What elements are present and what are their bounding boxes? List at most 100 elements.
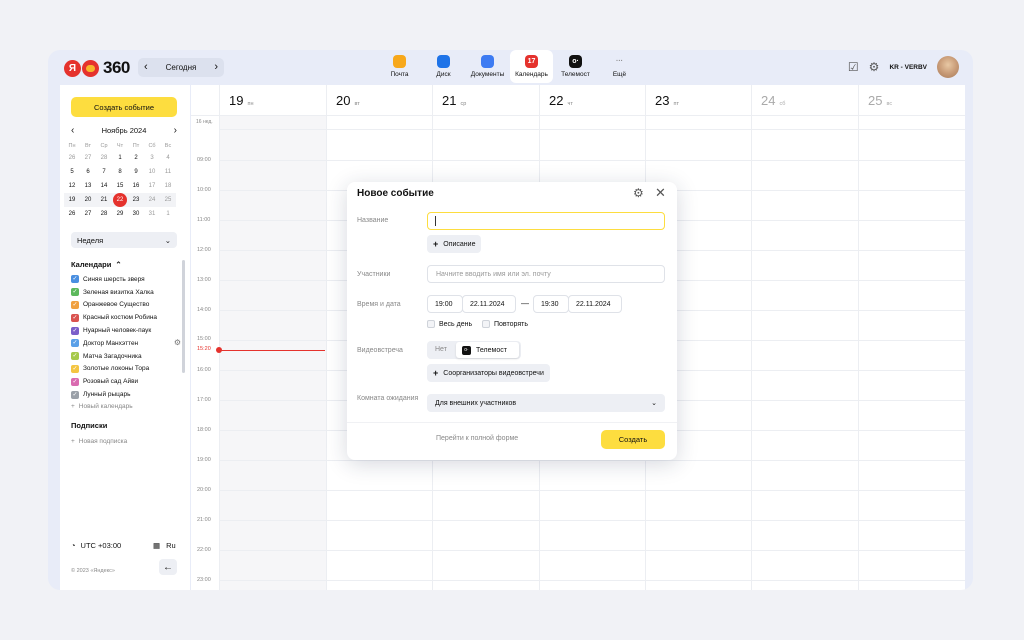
new-subscription-link[interactable]: + Новая подписка (71, 435, 127, 447)
repeat-checkbox[interactable]: Повторять (482, 320, 528, 328)
mini-calendar-day[interactable]: 27 (80, 151, 96, 165)
today-button[interactable]: Сегодня (166, 63, 197, 72)
mini-calendar-day[interactable]: 14 (96, 179, 112, 193)
calendar-checkbox[interactable]: ✓ (71, 275, 79, 284)
mini-calendar-day[interactable]: 5 (64, 165, 80, 179)
calendars-heading[interactable]: Календари ⌃ (71, 260, 122, 269)
mini-calendar-day[interactable]: 15 (112, 179, 128, 193)
service-documents[interactable]: Документы (466, 50, 509, 83)
mini-calendar-day[interactable]: 23 (128, 193, 144, 207)
service-more[interactable]: ··· Ещё (598, 50, 641, 83)
create-event-button[interactable]: Создать событие (71, 97, 177, 117)
mini-calendar-day[interactable]: 9 (128, 165, 144, 179)
video-off-option[interactable]: Нет (435, 346, 447, 353)
new-calendar-link[interactable]: + Новый календарь (71, 401, 181, 413)
event-name-input[interactable] (427, 212, 665, 230)
tasks-icon[interactable]: ☑ (848, 60, 859, 74)
mini-calendar-day[interactable]: 12 (64, 179, 80, 193)
language-selector[interactable]: ▦ Ru (153, 541, 176, 550)
day-header[interactable]: 25 вс (858, 85, 965, 115)
mini-calendar-day[interactable]: 26 (64, 151, 80, 165)
mini-calendar-day[interactable]: 6 (80, 165, 96, 179)
end-date-input[interactable]: 22.11.2024 (568, 295, 622, 313)
calendar-checkbox[interactable]: ✓ (71, 326, 79, 335)
service-mail[interactable]: Почта (378, 50, 421, 83)
next-week-button[interactable]: › (214, 62, 218, 73)
mini-calendar-day[interactable]: 28 (96, 207, 112, 221)
collapse-sidebar-button[interactable]: ← (159, 559, 177, 575)
view-select[interactable]: Неделя ⌄ (71, 232, 177, 248)
calendar-item[interactable]: ✓ Синяя шерсть зверя (71, 273, 181, 286)
mini-calendar-day[interactable]: 18 (160, 179, 176, 193)
sidebar-scrollbar[interactable] (182, 260, 185, 373)
calendar-checkbox[interactable]: ✓ (71, 300, 79, 309)
mini-calendar-day[interactable]: 22 (112, 193, 128, 207)
full-form-link[interactable]: Перейти к полной форме (436, 435, 518, 442)
mini-calendar-day[interactable]: 8 (112, 165, 128, 179)
service-calendar[interactable]: 17 Календарь (510, 50, 553, 83)
mini-calendar-day[interactable]: 25 (160, 193, 176, 207)
service-telemost[interactable]: o· Телемост (554, 50, 597, 83)
coorganizers-button[interactable]: + Соорганизаторы видеовстречи (427, 364, 550, 382)
calendar-item[interactable]: ✓ Розовый сад Айви (71, 375, 181, 388)
calendar-item[interactable]: ✓ Матча Загадочника (71, 350, 181, 363)
mini-calendar-day[interactable]: 29 (112, 207, 128, 221)
calendar-checkbox[interactable]: ✓ (71, 364, 79, 373)
mini-calendar-day[interactable]: 30 (128, 207, 144, 221)
day-header[interactable]: 22 чт (539, 85, 645, 115)
all-day-checkbox[interactable]: Весь день (427, 320, 472, 328)
mini-calendar-day[interactable]: 26 (64, 207, 80, 221)
mini-calendar-day[interactable]: 11 (160, 165, 176, 179)
participants-input[interactable]: Начните вводить имя или эл. почту (427, 265, 665, 283)
mini-calendar-day[interactable]: 27 (80, 207, 96, 221)
mini-calendar-day[interactable]: 1 (112, 151, 128, 165)
next-month-button[interactable]: › (174, 125, 177, 136)
mini-calendar-day[interactable]: 3 (144, 151, 160, 165)
start-time-input[interactable]: 19:00 (427, 295, 463, 313)
calendar-item[interactable]: ✓ Нуарный человек-паук (71, 324, 181, 337)
end-time-input[interactable]: 19:30 (533, 295, 569, 313)
yandex-360-logo[interactable]: Я 360 (64, 58, 130, 78)
calendar-item[interactable]: ✓ Лунный рыцарь (71, 388, 181, 401)
mini-calendar-day[interactable]: 21 (96, 193, 112, 207)
day-header[interactable]: 20 вт (326, 85, 432, 115)
close-icon[interactable]: ✕ (655, 185, 666, 201)
service-disk[interactable]: Диск (422, 50, 465, 83)
day-header[interactable]: 21 ср (432, 85, 539, 115)
day-header[interactable]: 23 пт (645, 85, 751, 115)
calendar-checkbox[interactable]: ✓ (71, 390, 79, 399)
calendar-item[interactable]: ✓ Оранжевое Существо (71, 299, 181, 312)
mini-calendar-day[interactable]: 2 (128, 151, 144, 165)
calendar-item[interactable]: ✓ Зеленая визитка Халка (71, 286, 181, 299)
mini-calendar-day[interactable]: 20 (80, 193, 96, 207)
timezone-selector[interactable]: ◔ UTC +03:00 (71, 541, 121, 550)
mini-calendar-day[interactable]: 10 (144, 165, 160, 179)
mini-calendar-day[interactable]: 16 (128, 179, 144, 193)
calendar-item[interactable]: ✓ Красный костюм Робина (71, 311, 181, 324)
mini-calendar-day[interactable]: 24 (144, 193, 160, 207)
create-button[interactable]: Создать (601, 430, 665, 449)
mini-calendar-day[interactable]: 17 (144, 179, 160, 193)
mini-calendar-day[interactable]: 13 (80, 179, 96, 193)
video-telemost-option[interactable]: o· Телемост (456, 342, 519, 358)
start-date-input[interactable]: 22.11.2024 (462, 295, 516, 313)
settings-gear-icon[interactable]: ⚙ (869, 60, 880, 74)
prev-month-button[interactable]: ‹ (71, 125, 74, 136)
user-name[interactable]: KR - VERBV (889, 64, 927, 71)
calendar-checkbox[interactable]: ✓ (71, 377, 79, 386)
calendar-item[interactable]: ✓ Золотые локоны Тора (71, 363, 181, 376)
mini-calendar-day[interactable]: 7 (96, 165, 112, 179)
add-description-button[interactable]: + Описание (427, 235, 482, 253)
calendar-checkbox[interactable]: ✓ (71, 288, 79, 297)
mini-calendar-day[interactable]: 19 (64, 193, 80, 207)
mini-calendar-day[interactable]: 4 (160, 151, 176, 165)
mini-calendar-day[interactable]: 28 (96, 151, 112, 165)
event-settings-gear-icon[interactable]: ⚙ (633, 186, 644, 200)
prev-week-button[interactable]: ‹ (144, 62, 148, 73)
mini-calendar-day[interactable]: 1 (160, 207, 176, 221)
calendar-checkbox[interactable]: ✓ (71, 352, 79, 361)
day-header[interactable]: 24 сб (751, 85, 858, 115)
calendar-settings-gear-icon[interactable]: ⚙ (174, 338, 181, 347)
mini-calendar-day[interactable]: 31 (144, 207, 160, 221)
calendar-checkbox[interactable]: ✓ (71, 339, 79, 348)
